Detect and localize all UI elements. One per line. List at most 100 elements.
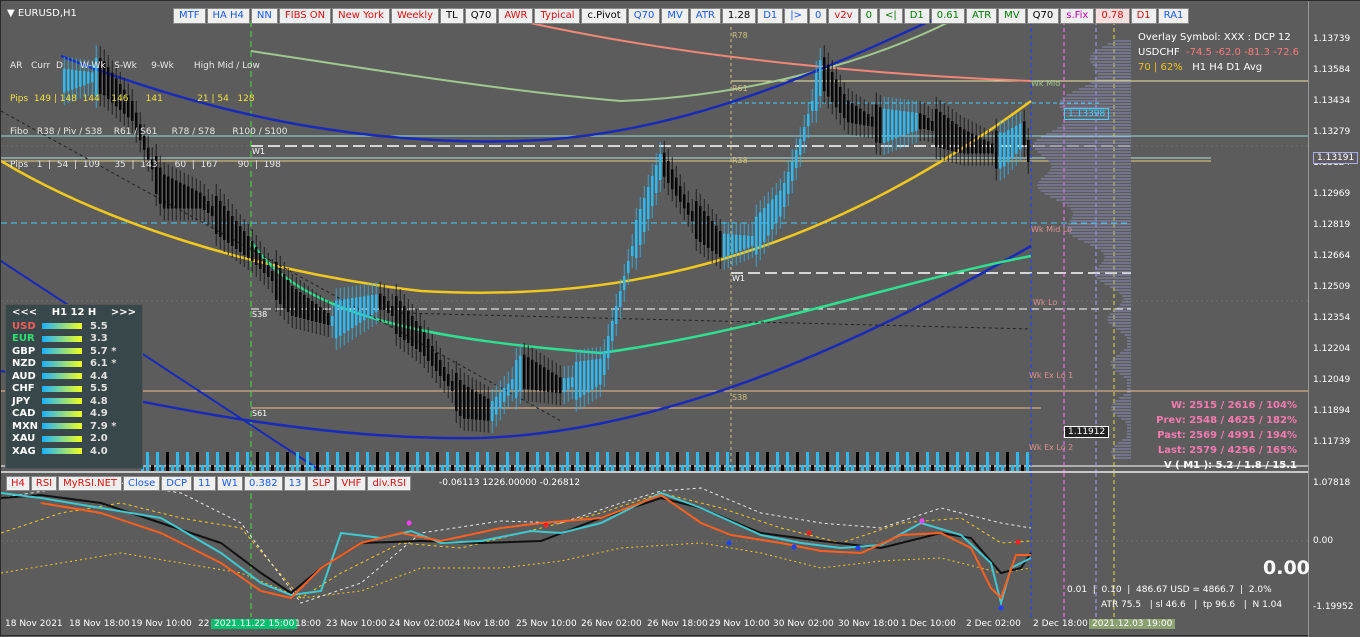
toolbar-button[interactable]: c.Pivot [581, 8, 627, 24]
toolbar-button[interactable]: ATR [689, 8, 721, 24]
toolbar-button[interactable]: MV [661, 8, 689, 24]
time-axis-label: 30 Nov 18:00 [838, 619, 899, 629]
subchart-button[interactable]: H4 [6, 476, 30, 491]
currency-code: JPY [12, 395, 31, 407]
toolbar-button[interactable]: s.Fix [1060, 8, 1095, 24]
chart-window[interactable]: ▼ EURUSD,H1 MTF HA H4 NN FIBS ON New York Wee… [0, 0, 1360, 637]
overlay-symbol: USDCHF [1138, 47, 1180, 58]
volume-bar [786, 452, 789, 471]
time-axis-label: 19 Nov 10:00 [131, 619, 192, 629]
subchart-button[interactable]: Close [123, 476, 161, 491]
level-label-r78: R78 [732, 31, 748, 40]
time-axis-label: 30 Nov 02:00 [773, 619, 834, 629]
volume-bar [336, 452, 339, 471]
time-axis-label: 18 Nov 18:00 [69, 619, 130, 629]
toolbar-button[interactable]: 0.61 [930, 8, 966, 24]
toolbar-button[interactable]: Q70 [1026, 8, 1060, 24]
toolbar-button[interactable]: TL [440, 8, 464, 24]
price-axis-label: 1.12049 [1313, 375, 1351, 385]
subchart-button[interactable]: W1 [216, 476, 243, 491]
volume-bar [696, 452, 699, 471]
level-label-wk-mid-lo: Wk Mid Lo [1031, 225, 1073, 234]
subchart-button[interactable]: 11 [193, 476, 216, 491]
volume-bar [536, 452, 539, 471]
toolbar-button[interactable]: 0 [859, 8, 878, 24]
currency-code: CHF [12, 383, 35, 395]
time-axis-label: 2 Dec 02:00 [966, 619, 1021, 629]
toolbar-button[interactable]: D1 [903, 8, 930, 24]
toolbar-button[interactable]: 0.78 [1095, 8, 1130, 24]
info-row: Pips 1 | 54 | 109 35 | 143 60 | 167 90 |… [10, 160, 281, 170]
time-axis-label: 24 Nov 18:00 [449, 619, 510, 629]
stat-past: Past: 2569 / 4991 / 194% [1157, 430, 1297, 441]
currency-row: JPY 4.8 [6, 395, 142, 408]
volume-bar [866, 452, 869, 471]
volume-bar [1026, 452, 1029, 471]
currency-value: 5.7 * [90, 345, 117, 357]
volume-bar [716, 452, 719, 471]
subchart-button[interactable]: MyRSI.NET [58, 476, 123, 491]
price-axis-label: 1.12819 [1313, 220, 1351, 230]
stat-week: W: 2515 / 2616 / 104% [1171, 400, 1297, 411]
level-label-wk-ex-lo1: Wk Ex Lo 1 [1029, 371, 1074, 380]
toolbar-button[interactable]: Q70 [464, 8, 498, 24]
volume-bar [526, 452, 529, 471]
subchart-button[interactable]: SLP [307, 476, 336, 491]
currency-code: XAU [12, 433, 36, 445]
panel-next-button[interactable]: >>> [111, 307, 136, 318]
strength-bar [42, 398, 82, 405]
level-label-r38: R38 [732, 156, 748, 165]
time-axis-label: 26 Nov 02:00 [581, 619, 642, 629]
info-row: AR Curr D W-Wk S-Wk 9-Wk High Mid / Low [10, 61, 260, 71]
toolbar-button[interactable]: RA1 [1157, 8, 1190, 24]
subchart-button[interactable]: RSI [30, 476, 58, 491]
volume-bar [556, 452, 559, 471]
subchart-button[interactable]: div.RSI [367, 476, 412, 491]
toolbar-button[interactable]: FIBS ON [278, 8, 332, 24]
volume-bar [896, 452, 899, 471]
subchart-toolbar: H4 RSI MyRSI.NET Close DCP 11 W1 0.382 13 SLP VHF d… [6, 476, 412, 491]
toolbar-button[interactable]: |> [784, 8, 808, 24]
panel-prev-button[interactable]: <<< [12, 307, 37, 318]
volume-bar [246, 452, 249, 471]
volume-bar [966, 452, 969, 471]
subchart-button[interactable]: 13 [283, 476, 307, 491]
toolbar-button[interactable]: D1 [757, 8, 784, 24]
volume-bar [396, 452, 399, 471]
overlay-values: -74.5 -62.0 -81.3 -72.6 [1185, 47, 1300, 58]
toolbar-button[interactable]: HA H4 [206, 8, 250, 24]
strength-bar [42, 348, 82, 355]
volume-bar [986, 452, 989, 471]
toolbar-button[interactable]: v2v [828, 8, 859, 24]
level-label-s38-b: S38 [732, 393, 748, 402]
price-mark-upper: 1.13398 [1064, 108, 1110, 120]
currency-row: XAU 2.0 [6, 433, 142, 446]
toolbar-button[interactable]: Weekly [390, 8, 440, 24]
toolbar-button[interactable]: 1.28 [721, 8, 757, 24]
volume-bar [386, 452, 389, 471]
toolbar-button[interactable]: AWR [498, 8, 534, 24]
toolbar-button[interactable]: NN [250, 8, 278, 24]
toolbar-button[interactable]: ATR [966, 8, 998, 24]
volume-bar [686, 452, 689, 471]
volume-bar [496, 452, 499, 471]
volume-bar [296, 452, 299, 471]
toolbar-button[interactable]: <| [878, 8, 903, 24]
subchart-button[interactable]: DCP [161, 476, 192, 491]
level-label-s61: S61 [252, 409, 268, 418]
subchart-button[interactable]: 0.382 [243, 476, 283, 491]
price-axis-label: 1.11894 [1313, 406, 1351, 416]
overlay-percent: 70 | 62% [1138, 62, 1183, 73]
strength-bar [42, 373, 82, 380]
price-axis-label: 1.12354 [1313, 313, 1351, 323]
info-row: Pips 149 | 148 144 146 141 21 | 54 128 [10, 94, 255, 104]
toolbar-button[interactable]: New York [332, 8, 390, 24]
toolbar-button[interactable]: MTF [173, 8, 206, 24]
toolbar-button[interactable]: Q70 [627, 8, 661, 24]
toolbar-button[interactable]: 0 [809, 8, 828, 24]
toolbar-button[interactable]: Typical [534, 8, 581, 24]
volume-bar [616, 452, 619, 471]
toolbar-button[interactable]: MV [998, 8, 1026, 24]
subchart-button[interactable]: VHF [336, 476, 367, 491]
toolbar-button[interactable]: D1 [1130, 8, 1157, 24]
